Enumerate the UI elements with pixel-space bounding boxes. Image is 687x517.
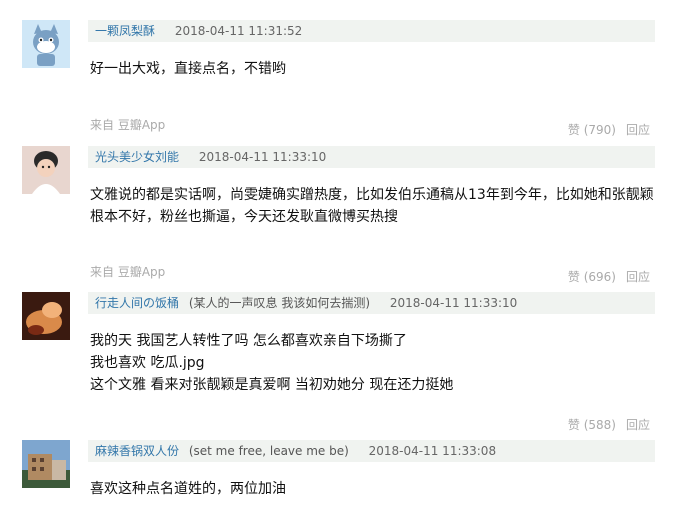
comment-source: 来自 豆瓣App xyxy=(90,116,165,133)
comment-actions: 赞 (790) 回应 xyxy=(568,121,650,138)
comment-line: 文雅说的都是实话啊，尚雯婕确实蹭热度，比如发伯乐通稿从13年到今年，比如她和张靓… xyxy=(90,187,654,203)
warm-photo-avatar-image xyxy=(22,292,70,340)
girl-photo-avatar-image xyxy=(22,146,70,194)
comment-time: 2018-04-11 11:31:52 xyxy=(174,24,303,38)
vote-button[interactable]: 赞 (588) xyxy=(568,418,616,432)
comment-line: 好一出大戏，直接点名，不错哟 xyxy=(90,61,286,77)
comment-body: 好一出大戏，直接点名，不错哟 xyxy=(90,58,660,80)
comment-line: 我也喜欢 吃瓜.jpg xyxy=(90,355,205,371)
comment-author-link[interactable]: 行走人间の饭桶 xyxy=(95,296,179,310)
comment-header: 一颗凤梨酥 2018-04-11 11:31:52 xyxy=(88,20,655,42)
vote-button[interactable]: 赞 (696) xyxy=(568,270,616,284)
comment-body: 我的天 我国艺人转性了吗 怎么都喜欢亲自下场撕了 我也喜欢 吃瓜.jpg 这个文… xyxy=(90,330,660,396)
comment-time: 2018-04-11 11:33:10 xyxy=(389,296,518,310)
cartoon-cat-avatar-image xyxy=(22,20,70,68)
comment-actions: 赞 (588) 回应 xyxy=(568,416,650,433)
source-app-link[interactable]: 豆瓣App xyxy=(118,265,165,279)
comment-body: 喜欢这种点名道姓的，两位加油 xyxy=(90,478,660,500)
comment-line: 根本不好，粉丝也撕逼，今天还发耿直微博买热搜 xyxy=(90,209,398,225)
source-app-link[interactable]: 豆瓣App xyxy=(118,118,165,132)
comment-body: 文雅说的都是实话啊，尚雯婕确实蹭热度，比如发伯乐通稿从13年到今年，比如她和张靓… xyxy=(90,184,660,228)
avatar[interactable] xyxy=(22,20,70,68)
comment-header: 麻辣香锅双人份 (set me free, leave me be) 2018-… xyxy=(88,440,655,462)
comment-author-link[interactable]: 一颗凤梨酥 xyxy=(95,24,155,38)
comment-actions: 赞 (696) 回应 xyxy=(568,268,650,285)
comment-signature: (某人的一声叹息 我该如何去揣测) xyxy=(188,296,371,310)
comment-line: 喜欢这种点名道姓的，两位加油 xyxy=(90,481,286,497)
vote-button[interactable]: 赞 (790) xyxy=(568,123,616,137)
comment-time: 2018-04-11 11:33:08 xyxy=(368,444,497,458)
comment-author-link[interactable]: 光头美少女刘能 xyxy=(95,150,179,164)
comment-author-link[interactable]: 麻辣香锅双人份 xyxy=(95,444,179,458)
comment-line: 这个文雅 看来对张靓颖是真爱啊 当初劝她分 现在还力挺她 xyxy=(90,377,454,393)
comment-signature: (set me free, leave me be) xyxy=(188,444,349,458)
reply-button[interactable]: 回应 xyxy=(626,270,650,284)
comment-header: 光头美少女刘能 2018-04-11 11:33:10 xyxy=(88,146,655,168)
comment-time: 2018-04-11 11:33:10 xyxy=(198,150,327,164)
reply-button[interactable]: 回应 xyxy=(626,418,650,432)
reply-button[interactable]: 回应 xyxy=(626,123,650,137)
source-prefix: 来自 xyxy=(90,118,115,132)
comment-source: 来自 豆瓣App xyxy=(90,263,165,280)
avatar[interactable] xyxy=(22,440,70,488)
avatar[interactable] xyxy=(22,146,70,194)
avatar[interactable] xyxy=(22,292,70,340)
comment-header: 行走人间の饭桶 (某人的一声叹息 我该如何去揣测) 2018-04-11 11:… xyxy=(88,292,655,314)
source-prefix: 来自 xyxy=(90,265,115,279)
comment-line: 我的天 我国艺人转性了吗 怎么都喜欢亲自下场撕了 xyxy=(90,333,407,349)
building-photo-avatar-image xyxy=(22,440,70,488)
